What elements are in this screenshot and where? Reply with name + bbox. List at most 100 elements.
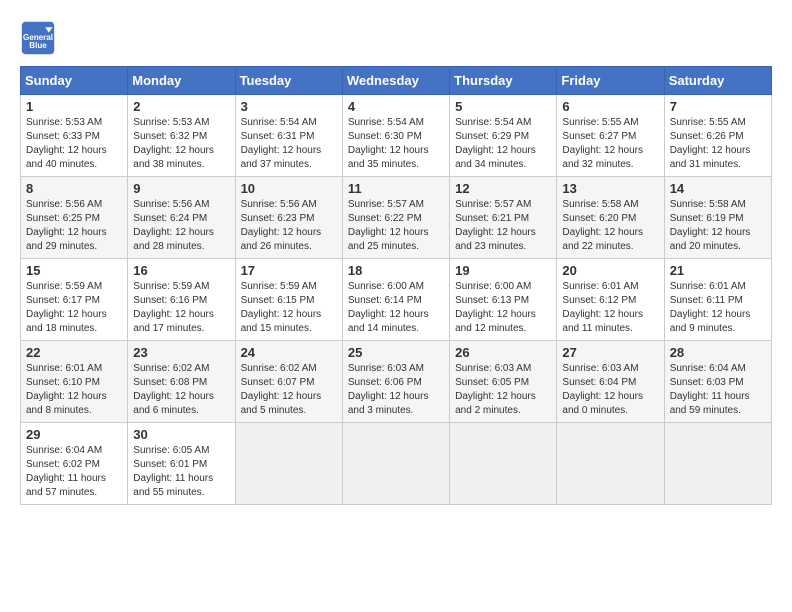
day-number: 25 bbox=[348, 345, 444, 360]
day-number: 26 bbox=[455, 345, 551, 360]
calendar-cell: 10 Sunrise: 5:56 AMSunset: 6:23 PMDayligh… bbox=[235, 177, 342, 259]
day-info: Sunrise: 6:05 AMSunset: 6:01 PMDaylight:… bbox=[133, 444, 229, 500]
calendar-cell bbox=[450, 423, 557, 505]
day-info: Sunrise: 6:03 AMSunset: 6:04 PMDaylight:… bbox=[562, 362, 658, 418]
day-info: Sunrise: 5:54 AMSunset: 6:29 PMDaylight:… bbox=[455, 116, 551, 172]
logo: General Blue bbox=[20, 20, 60, 56]
calendar-week-row: 22 Sunrise: 6:01 AMSunset: 6:10 PMDayligh… bbox=[21, 341, 772, 423]
day-info: Sunrise: 5:58 AMSunset: 6:20 PMDaylight:… bbox=[562, 198, 658, 254]
day-info: Sunrise: 5:59 AMSunset: 6:17 PMDaylight:… bbox=[26, 280, 122, 336]
calendar-cell: 29 Sunrise: 6:04 AMSunset: 6:02 PMDayligh… bbox=[21, 423, 128, 505]
day-info: Sunrise: 5:59 AMSunset: 6:15 PMDaylight:… bbox=[241, 280, 337, 336]
svg-text:Blue: Blue bbox=[29, 41, 47, 50]
calendar-cell: 24 Sunrise: 6:02 AMSunset: 6:07 PMDayligh… bbox=[235, 341, 342, 423]
calendar-header-row: SundayMondayTuesdayWednesdayThursdayFrid… bbox=[21, 67, 772, 95]
calendar-cell: 6Sunrise: 5:55 AMSunset: 6:27 PMDaylight… bbox=[557, 95, 664, 177]
day-number: 8 bbox=[26, 181, 122, 196]
day-number: 21 bbox=[670, 263, 766, 278]
day-info: Sunrise: 5:53 AMSunset: 6:33 PMDaylight:… bbox=[26, 116, 122, 172]
calendar-cell: 30 Sunrise: 6:05 AMSunset: 6:01 PMDayligh… bbox=[128, 423, 235, 505]
day-number: 4 bbox=[348, 99, 444, 114]
column-header-tuesday: Tuesday bbox=[235, 67, 342, 95]
column-header-monday: Monday bbox=[128, 67, 235, 95]
calendar-week-row: 15 Sunrise: 5:59 AMSunset: 6:17 PMDayligh… bbox=[21, 259, 772, 341]
page-header: General Blue bbox=[20, 20, 772, 56]
day-number: 11 bbox=[348, 181, 444, 196]
day-number: 29 bbox=[26, 427, 122, 442]
day-info: Sunrise: 6:01 AMSunset: 6:11 PMDaylight:… bbox=[670, 280, 766, 336]
calendar-cell: 22 Sunrise: 6:01 AMSunset: 6:10 PMDayligh… bbox=[21, 341, 128, 423]
day-info: Sunrise: 6:00 AMSunset: 6:13 PMDaylight:… bbox=[455, 280, 551, 336]
day-number: 17 bbox=[241, 263, 337, 278]
day-info: Sunrise: 6:00 AMSunset: 6:14 PMDaylight:… bbox=[348, 280, 444, 336]
calendar-cell bbox=[235, 423, 342, 505]
day-number: 7 bbox=[670, 99, 766, 114]
calendar-cell bbox=[342, 423, 449, 505]
day-number: 5 bbox=[455, 99, 551, 114]
calendar-cell bbox=[557, 423, 664, 505]
calendar-cell: 13 Sunrise: 5:58 AMSunset: 6:20 PMDayligh… bbox=[557, 177, 664, 259]
calendar-cell: 4 Sunrise: 5:54 AMSunset: 6:30 PMDaylight… bbox=[342, 95, 449, 177]
column-header-sunday: Sunday bbox=[21, 67, 128, 95]
day-number: 16 bbox=[133, 263, 229, 278]
calendar-cell: 12Sunrise: 5:57 AMSunset: 6:21 PMDayligh… bbox=[450, 177, 557, 259]
calendar-cell: 16 Sunrise: 5:59 AMSunset: 6:16 PMDayligh… bbox=[128, 259, 235, 341]
day-number: 10 bbox=[241, 181, 337, 196]
day-info: Sunrise: 6:02 AMSunset: 6:07 PMDaylight:… bbox=[241, 362, 337, 418]
day-number: 3 bbox=[241, 99, 337, 114]
calendar-cell: 19 Sunrise: 6:00 AMSunset: 6:13 PMDayligh… bbox=[450, 259, 557, 341]
calendar-cell: 18Sunrise: 6:00 AMSunset: 6:14 PMDayligh… bbox=[342, 259, 449, 341]
logo-icon: General Blue bbox=[20, 20, 56, 56]
day-info: Sunrise: 5:56 AMSunset: 6:25 PMDaylight:… bbox=[26, 198, 122, 254]
day-info: Sunrise: 5:57 AMSunset: 6:22 PMDaylight:… bbox=[348, 198, 444, 254]
day-number: 22 bbox=[26, 345, 122, 360]
day-number: 9 bbox=[133, 181, 229, 196]
day-info: Sunrise: 5:58 AMSunset: 6:19 PMDaylight:… bbox=[670, 198, 766, 254]
calendar-table: SundayMondayTuesdayWednesdayThursdayFrid… bbox=[20, 66, 772, 505]
calendar-cell: 8 Sunrise: 5:56 AMSunset: 6:25 PMDaylight… bbox=[21, 177, 128, 259]
calendar-cell: 28Sunrise: 6:04 AMSunset: 6:03 PMDayligh… bbox=[664, 341, 771, 423]
calendar-week-row: 1Sunrise: 5:53 AMSunset: 6:33 PMDaylight… bbox=[21, 95, 772, 177]
calendar-cell: 21 Sunrise: 6:01 AMSunset: 6:11 PMDayligh… bbox=[664, 259, 771, 341]
day-number: 30 bbox=[133, 427, 229, 442]
day-info: Sunrise: 5:56 AMSunset: 6:24 PMDaylight:… bbox=[133, 198, 229, 254]
day-number: 6 bbox=[562, 99, 658, 114]
calendar-cell: 23 Sunrise: 6:02 AMSunset: 6:08 PMDayligh… bbox=[128, 341, 235, 423]
day-info: Sunrise: 6:04 AMSunset: 6:03 PMDaylight:… bbox=[670, 362, 766, 418]
day-number: 27 bbox=[562, 345, 658, 360]
calendar-cell: 25 Sunrise: 6:03 AMSunset: 6:06 PMDayligh… bbox=[342, 341, 449, 423]
day-info: Sunrise: 6:02 AMSunset: 6:08 PMDaylight:… bbox=[133, 362, 229, 418]
calendar-cell: 26 Sunrise: 6:03 AMSunset: 6:05 PMDayligh… bbox=[450, 341, 557, 423]
calendar-cell: 5 Sunrise: 5:54 AMSunset: 6:29 PMDaylight… bbox=[450, 95, 557, 177]
day-info: Sunrise: 6:01 AMSunset: 6:12 PMDaylight:… bbox=[562, 280, 658, 336]
calendar-cell: 11 Sunrise: 5:57 AMSunset: 6:22 PMDayligh… bbox=[342, 177, 449, 259]
day-number: 12 bbox=[455, 181, 551, 196]
column-header-saturday: Saturday bbox=[664, 67, 771, 95]
calendar-cell: 1Sunrise: 5:53 AMSunset: 6:33 PMDaylight… bbox=[21, 95, 128, 177]
day-number: 19 bbox=[455, 263, 551, 278]
column-header-thursday: Thursday bbox=[450, 67, 557, 95]
day-info: Sunrise: 5:55 AMSunset: 6:26 PMDaylight:… bbox=[670, 116, 766, 172]
day-number: 2 bbox=[133, 99, 229, 114]
day-number: 15 bbox=[26, 263, 122, 278]
calendar-week-row: 29 Sunrise: 6:04 AMSunset: 6:02 PMDayligh… bbox=[21, 423, 772, 505]
day-info: Sunrise: 6:01 AMSunset: 6:10 PMDaylight:… bbox=[26, 362, 122, 418]
calendar-week-row: 8 Sunrise: 5:56 AMSunset: 6:25 PMDaylight… bbox=[21, 177, 772, 259]
day-number: 13 bbox=[562, 181, 658, 196]
calendar-cell: 14Sunrise: 5:58 AMSunset: 6:19 PMDayligh… bbox=[664, 177, 771, 259]
day-info: Sunrise: 5:59 AMSunset: 6:16 PMDaylight:… bbox=[133, 280, 229, 336]
day-info: Sunrise: 6:03 AMSunset: 6:05 PMDaylight:… bbox=[455, 362, 551, 418]
day-info: Sunrise: 5:56 AMSunset: 6:23 PMDaylight:… bbox=[241, 198, 337, 254]
calendar-cell bbox=[664, 423, 771, 505]
day-number: 20 bbox=[562, 263, 658, 278]
calendar-cell: 20 Sunrise: 6:01 AMSunset: 6:12 PMDayligh… bbox=[557, 259, 664, 341]
calendar-cell: 3Sunrise: 5:54 AMSunset: 6:31 PMDaylight… bbox=[235, 95, 342, 177]
day-number: 24 bbox=[241, 345, 337, 360]
day-info: Sunrise: 5:54 AMSunset: 6:30 PMDaylight:… bbox=[348, 116, 444, 172]
column-header-friday: Friday bbox=[557, 67, 664, 95]
calendar-cell: 2Sunrise: 5:53 AMSunset: 6:32 PMDaylight… bbox=[128, 95, 235, 177]
calendar-cell: 17 Sunrise: 5:59 AMSunset: 6:15 PMDayligh… bbox=[235, 259, 342, 341]
day-number: 23 bbox=[133, 345, 229, 360]
day-info: Sunrise: 6:03 AMSunset: 6:06 PMDaylight:… bbox=[348, 362, 444, 418]
day-info: Sunrise: 6:04 AMSunset: 6:02 PMDaylight:… bbox=[26, 444, 122, 500]
